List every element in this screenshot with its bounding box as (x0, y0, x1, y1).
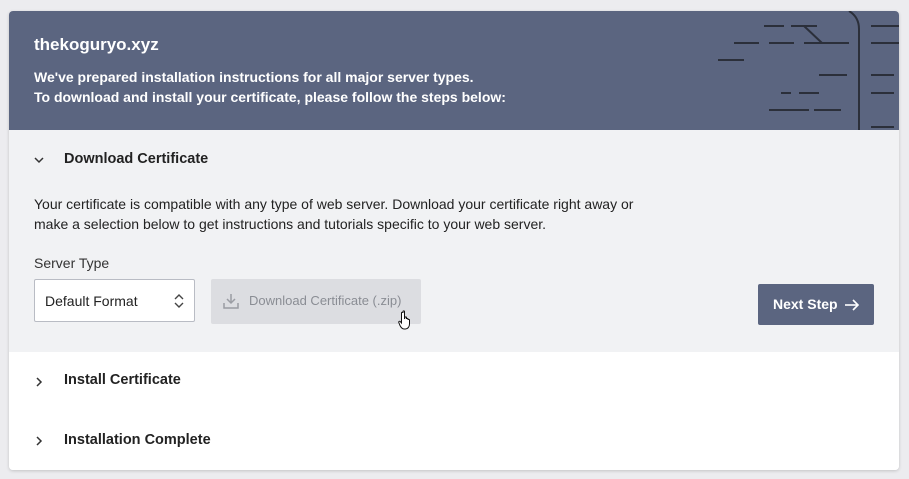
header-banner: thekoguryo.xyz We've prepared installati… (9, 11, 899, 130)
step-title-complete[interactable]: Installation Complete (64, 432, 211, 448)
server-type-value: Default Format (45, 293, 138, 309)
server-type-select[interactable]: Default Format (34, 279, 195, 322)
step-installation-complete[interactable]: Installation Complete (9, 412, 899, 470)
download-description: Your certificate is compatible with any … (34, 196, 634, 232)
download-icon (223, 294, 239, 309)
decorative-lines-graphic (718, 11, 899, 130)
hand-cursor-icon (398, 310, 410, 330)
arrow-right-icon (845, 299, 860, 311)
step-download-certificate: Download Certificate Your certificate is… (9, 130, 899, 353)
step-title-install[interactable]: Install Certificate (64, 372, 181, 388)
intro-text: We've prepared installation instructions… (34, 67, 506, 107)
intro-line-2: To download and install your certificate… (34, 89, 506, 105)
chevron-right-icon[interactable] (33, 435, 45, 447)
download-button-label: Download Certificate (.zip) (249, 293, 402, 308)
step-title-download[interactable]: Download Certificate (64, 151, 208, 167)
domain-title: thekoguryo.xyz (34, 35, 159, 54)
chevron-down-icon[interactable] (33, 154, 45, 166)
intro-line-1: We've prepared installation instructions… (34, 69, 474, 85)
next-step-label: Next Step (773, 296, 838, 312)
select-arrows-icon (174, 294, 184, 308)
server-type-label: Server Type (34, 255, 110, 271)
next-step-button[interactable]: Next Step (758, 284, 874, 325)
certificate-card: thekoguryo.xyz We've prepared installati… (9, 11, 899, 470)
step-install-certificate[interactable]: Install Certificate (9, 352, 899, 413)
chevron-right-icon[interactable] (33, 376, 45, 388)
download-certificate-button[interactable]: Download Certificate (.zip) (211, 279, 421, 324)
